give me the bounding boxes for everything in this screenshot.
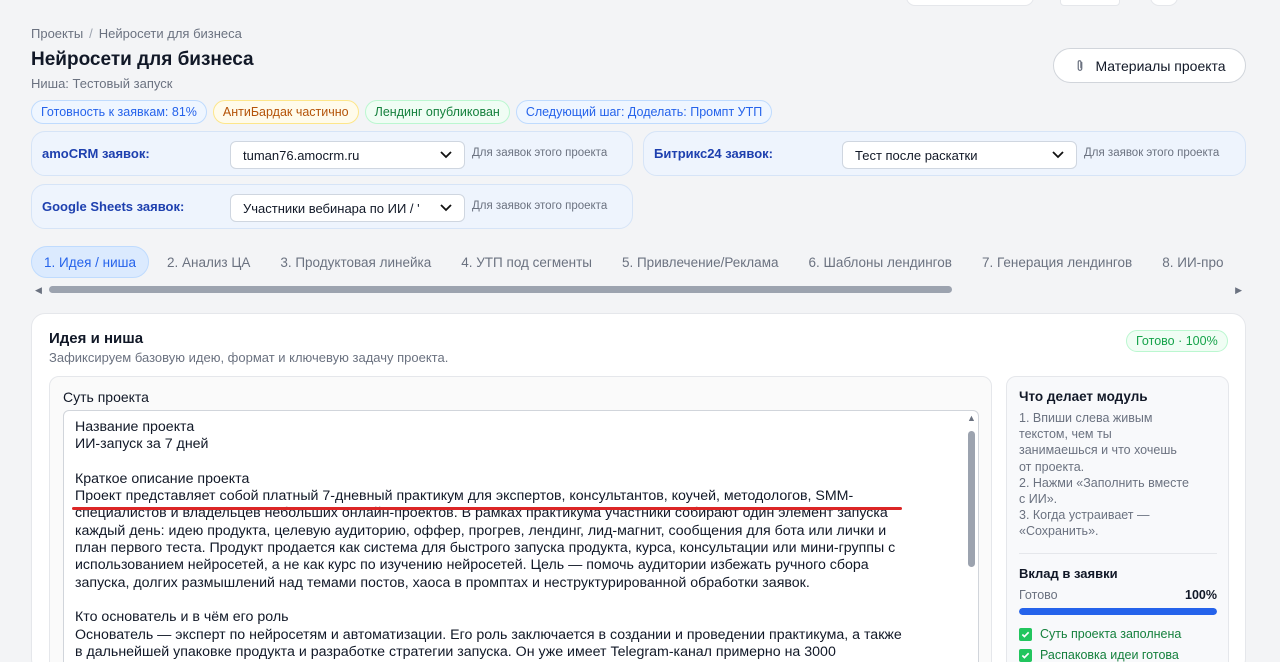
essence-text: Название проекта ИИ-запуск за 7 дней Кратк…: [75, 419, 955, 661]
breadcrumb-separator: /: [89, 26, 93, 41]
textarea-scroll-thumb[interactable]: [968, 431, 975, 567]
essence-blank-line: [75, 454, 955, 471]
gsheets-select[interactable]: Участники вебинара по ИИ / ': [230, 194, 465, 222]
scroll-left-icon[interactable]: ◀: [35, 285, 42, 296]
progress-value: 100%: [1185, 588, 1217, 602]
amocrm-select[interactable]: tuman76.amocrm.ru: [230, 141, 465, 169]
tab-usp[interactable]: 4. УТП под сегменты: [449, 246, 604, 278]
help-step-line: с ИИ».: [1019, 492, 1058, 507]
essence-line: план первого теста. Продукт продается ка…: [75, 540, 896, 557]
check-item-label: Суть проекта заполнена: [1040, 627, 1182, 641]
top-control[interactable]: [1060, 0, 1120, 6]
essence-line: ИИ-запуск за 7 дней: [75, 436, 209, 453]
help-step-line: 1. Впиши слева живым: [1019, 411, 1153, 425]
tab-idea[interactable]: 1. Идея / ниша: [31, 246, 149, 278]
antibardak-badge: АнтиБардак частично: [212, 100, 359, 124]
essence-panel: Суть проекта Название проекта ИИ-запуск з…: [49, 376, 992, 662]
essence-line: использованием нейросетей, а не как курс…: [75, 557, 869, 574]
checkbox-checked-icon: [1019, 627, 1032, 641]
check-item-essence: Суть проекта заполнена: [1019, 627, 1181, 641]
tab-audience[interactable]: 2. Анализ ЦА: [155, 246, 262, 278]
module-subtitle: Зафиксируем базовую идею, формат и ключе…: [49, 350, 449, 365]
help-title: Что делает модуль: [1019, 389, 1148, 404]
tab-landing-generation[interactable]: 7. Генерация лендингов: [970, 246, 1144, 278]
bitrix-hint: Для заявок этого проекта: [1084, 147, 1220, 159]
tab-landing-templates[interactable]: 6. Шаблоны лендингов: [796, 246, 963, 278]
divider: [1019, 553, 1217, 554]
paperclip-icon: [1078, 59, 1083, 71]
help-step-line: «Сохранить».: [1019, 524, 1099, 539]
materials-button[interactable]: Материалы проекта: [1053, 48, 1246, 83]
tabs-scrollbar[interactable]: ◀ ▶: [31, 283, 1246, 296]
progress-fill: [1019, 608, 1217, 615]
breadcrumb-root-link[interactable]: Проекты: [31, 26, 83, 41]
essence-label: Суть проекта: [63, 389, 149, 405]
tab-ai[interactable]: 8. ИИ-про: [1150, 246, 1235, 278]
help-step-line: занимаешься и что хочешь: [1019, 443, 1177, 458]
progress-row: Готово 100%: [1019, 588, 1217, 602]
readiness-badge: Готовность к заявкам: 81%: [31, 100, 207, 124]
bitrix-select-value: Тест после раскатки: [855, 147, 978, 163]
scroll-up-icon[interactable]: ▲: [967, 413, 976, 423]
tab-product-line[interactable]: 3. Продуктовая линейка: [268, 246, 443, 278]
progress-bar: [1019, 608, 1217, 615]
help-steps: 1. Впиши слева живым текстом, чем ты заним…: [1019, 410, 1224, 540]
chevron-down-icon: [440, 204, 452, 212]
tab-ads[interactable]: 5. Привлечение/Реклама: [610, 246, 791, 278]
gsheets-label: Google Sheets заявок:: [42, 199, 185, 214]
bitrix-label: Битрикс24 заявок:: [654, 146, 773, 161]
gsheets-hint: Для заявок этого проекта: [472, 200, 608, 212]
module-help-panel: Что делает модуль 1. Впиши слева живым те…: [1006, 376, 1229, 662]
essence-line: в дальнейшей упаковке продукта и разрабо…: [75, 643, 836, 660]
page-title: Нейросети для бизнеса: [31, 49, 254, 70]
status-badges: Готовность к заявкам: 81% АнтиБардак час…: [31, 100, 773, 124]
essence-textarea[interactable]: Название проекта ИИ-запуск за 7 дней Кратк…: [63, 410, 979, 662]
progress-label: Готово: [1019, 588, 1058, 602]
chevron-down-icon: [1052, 151, 1064, 159]
essence-line: Основатель — эксперт по нейросетям и авт…: [75, 626, 902, 643]
bitrix-panel: Битрикс24 заявок: Тест после раскатки Дл…: [643, 131, 1246, 176]
module-card: Идея и ниша Зафиксируем базовую идею, фо…: [31, 313, 1246, 662]
chevron-down-icon: [440, 151, 452, 159]
top-avatar[interactable]: [1150, 0, 1178, 6]
red-underline-annotation: [72, 507, 902, 510]
module-title: Идея и ниша: [49, 330, 144, 347]
essence-line: Краткое описание проекта: [75, 470, 250, 487]
check-item-unpack: Распаковка идеи готова: [1019, 648, 1179, 662]
essence-line: Название проекта: [75, 419, 195, 435]
help-step-line: 3. Когда устраивает —: [1019, 508, 1150, 523]
gsheets-select-value: Участники вебинара по ИИ / ': [243, 200, 420, 216]
module-status-badge: Готово · 100%: [1126, 330, 1228, 352]
help-step-line: текстом, чем ты: [1019, 427, 1112, 442]
check-item-label: Распаковка идеи готова: [1040, 648, 1179, 662]
essence-line: Кто основатель и в чём его роль: [75, 609, 289, 626]
breadcrumb: Проекты / Нейросети для бизнеса: [31, 26, 242, 41]
help-step-line: 2. Нажми «Заполнить вместе: [1019, 475, 1189, 490]
landing-badge: Лендинг опубликован: [364, 100, 510, 124]
textarea-scrollbar[interactable]: ▲: [964, 411, 978, 662]
breadcrumb-current: Нейросети для бизнеса: [98, 26, 242, 41]
materials-button-label: Материалы проекта: [1095, 57, 1226, 74]
checkbox-checked-icon: [1019, 648, 1032, 662]
bitrix-select[interactable]: Тест после раскатки: [842, 141, 1077, 169]
essence-line: каждый день: идею продукта, целевую ауди…: [75, 522, 887, 539]
next-step-badge[interactable]: Следующий шаг: Доделать: Промпт УТП: [515, 100, 773, 124]
essence-line: запуска, долгих размышлений над темами п…: [75, 574, 810, 591]
essence-blank-line: [75, 592, 955, 609]
niche-label: Ниша: Тестовый запуск: [31, 76, 173, 91]
help-step-line: от проекта.: [1019, 459, 1085, 474]
tabs-scroll-thumb[interactable]: [49, 286, 952, 293]
amocrm-panel: amoCRM заявок: tuman76.amocrm.ru Для зая…: [31, 131, 633, 176]
gsheets-panel: Google Sheets заявок: Участники вебинара…: [31, 184, 633, 229]
amocrm-select-value: tuman76.amocrm.ru: [243, 147, 360, 163]
scroll-right-icon[interactable]: ▶: [1235, 285, 1242, 296]
contribution-title: Вклад в заявки: [1019, 566, 1118, 581]
essence-line: Проект представляет собой платный 7-днев…: [75, 488, 854, 505]
top-search-pill[interactable]: [906, 0, 1034, 6]
module-tabs: 1. Идея / ниша 2. Анализ ЦА 3. Продуктов…: [31, 246, 1246, 278]
amocrm-hint: Для заявок этого проекта: [472, 147, 608, 159]
amocrm-label: amoCRM заявок:: [42, 146, 150, 161]
